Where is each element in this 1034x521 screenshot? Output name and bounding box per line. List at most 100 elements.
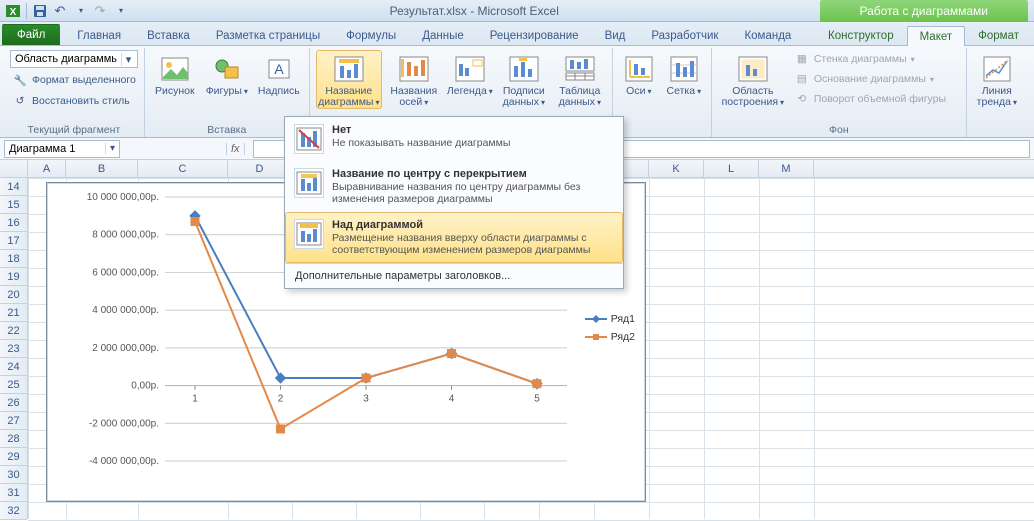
trendline-button[interactable]: Линия тренда: [973, 50, 1021, 109]
chevron-down-icon[interactable]: ▾: [105, 143, 119, 154]
dropdown-option[interactable]: Название по центру с перекрытиемВыравнив…: [285, 161, 623, 212]
row-header[interactable]: 21: [0, 304, 27, 322]
row-header[interactable]: 26: [0, 394, 27, 412]
tab-page-layout[interactable]: Разметка страницы: [203, 25, 333, 45]
legend-item[interactable]: Ряд2: [585, 331, 635, 343]
svg-text:10 000 000,00р.: 10 000 000,00р.: [87, 192, 159, 203]
save-icon[interactable]: [31, 2, 49, 20]
tab-team[interactable]: Команда: [731, 25, 804, 45]
row-header[interactable]: 19: [0, 268, 27, 286]
worksheet-grid[interactable]: ABCDEFGHIJKLM 14151617181920212223242526…: [0, 160, 1034, 519]
tab-file[interactable]: Файл: [2, 24, 60, 45]
dropdown-more-options[interactable]: Дополнительные параметры заголовков...: [285, 263, 623, 288]
column-header[interactable]: A: [28, 160, 66, 177]
customize-qat-icon[interactable]: [111, 2, 129, 20]
chart-element-selector-input[interactable]: [11, 53, 121, 65]
tab-data[interactable]: Данные: [409, 25, 477, 45]
chart-floor-icon: ▤: [794, 71, 810, 87]
column-header[interactable]: L: [704, 160, 759, 177]
reset-style-button[interactable]: ↺ Восстановить стиль: [10, 92, 138, 110]
tab-developer[interactable]: Разработчик: [638, 25, 731, 45]
row-header[interactable]: 31: [0, 484, 27, 502]
row-header[interactable]: 14: [0, 178, 27, 196]
dropdown-option[interactable]: Над диаграммойРазмещение названия вверху…: [285, 212, 623, 263]
axes-icon: [623, 53, 655, 85]
chart-title-icon: [333, 53, 365, 85]
axis-titles-button[interactable]: Названия осей: [386, 50, 442, 109]
plot-area-icon: [737, 53, 769, 85]
tab-insert[interactable]: Вставка: [134, 25, 203, 45]
dropdown-option[interactable]: НетНе показывать название диаграммы: [285, 117, 623, 161]
lines-button[interactable]: [1025, 50, 1034, 86]
row-header[interactable]: 22: [0, 322, 27, 340]
chevron-down-icon[interactable]: ▾: [121, 53, 135, 66]
data-table-button[interactable]: Таблица данных: [554, 50, 606, 109]
chart-title-label: Название диаграммы: [318, 86, 379, 108]
chart-legend[interactable]: Ряд1 Ряд2: [585, 313, 635, 349]
tab-layout[interactable]: Макет: [907, 26, 966, 46]
picture-label: Рисунок: [155, 86, 195, 97]
svg-text:4: 4: [449, 394, 455, 405]
tab-design[interactable]: Конструктор: [815, 25, 907, 45]
textbox-button[interactable]: A Надпись: [255, 50, 303, 98]
column-header[interactable]: C: [138, 160, 228, 177]
column-header[interactable]: D: [228, 160, 292, 177]
title-bar: X ↶ ↷ Результат.xlsx - Microsoft Excel Р…: [0, 0, 1034, 22]
svg-text:-2 000 000,00р.: -2 000 000,00р.: [89, 418, 159, 429]
dropdown-option-title: Название по центру с перекрытием: [332, 168, 614, 180]
row-header[interactable]: 29: [0, 448, 27, 466]
axes-button[interactable]: Оси: [619, 50, 659, 98]
row-header[interactable]: 18: [0, 250, 27, 268]
tab-formulas[interactable]: Формулы: [333, 25, 409, 45]
row-header[interactable]: 15: [0, 196, 27, 214]
data-table-icon: [564, 53, 596, 85]
undo-dropdown-icon[interactable]: [71, 2, 89, 20]
dropdown-option-title: Нет: [332, 124, 614, 136]
lines-icon: [1025, 53, 1034, 85]
picture-button[interactable]: Рисунок: [151, 50, 199, 98]
excel-icon: X: [4, 2, 22, 20]
legend-button[interactable]: Легенда: [446, 50, 494, 98]
row-header[interactable]: 28: [0, 430, 27, 448]
name-box-input[interactable]: [5, 143, 105, 155]
tab-format[interactable]: Формат: [965, 25, 1032, 45]
row-header[interactable]: 23: [0, 340, 27, 358]
column-header[interactable]: K: [649, 160, 704, 177]
chart-element-selector[interactable]: ▾: [10, 50, 138, 68]
chart-title-button[interactable]: Название диаграммы: [316, 50, 382, 109]
data-labels-button[interactable]: Подписи данных: [498, 50, 550, 109]
row-header[interactable]: 30: [0, 466, 27, 484]
tab-home[interactable]: Главная: [64, 25, 134, 45]
dropdown-option-desc: Выравнивание названия по центру диаграмм…: [332, 181, 614, 205]
chart-title-option-icon: [294, 168, 324, 198]
row-header[interactable]: 20: [0, 286, 27, 304]
row-headers: 14151617181920212223242526272829303132: [0, 178, 28, 519]
format-selection-button[interactable]: 🔧 Формат выделенного: [10, 71, 138, 89]
tab-review[interactable]: Рецензирование: [477, 25, 592, 45]
rotation-label: Поворот объемной фигуры: [814, 93, 946, 105]
row-header[interactable]: 17: [0, 232, 27, 250]
dropdown-option-desc: Размещение названия вверху области диагр…: [332, 232, 614, 256]
textbox-icon: A: [263, 53, 295, 85]
undo-icon[interactable]: ↶: [51, 2, 69, 20]
tab-view[interactable]: Вид: [592, 25, 639, 45]
row-header[interactable]: 16: [0, 214, 27, 232]
dropdown-option-desc: Не показывать название диаграммы: [332, 137, 614, 149]
plot-area-button[interactable]: Область построения: [718, 50, 788, 109]
redo-icon[interactable]: ↷: [91, 2, 109, 20]
chart-title-dropdown[interactable]: НетНе показывать название диаграммыНазва…: [284, 116, 624, 289]
gridlines-button[interactable]: Сетка: [663, 50, 705, 98]
select-all-corner[interactable]: [0, 160, 28, 178]
row-header[interactable]: 24: [0, 358, 27, 376]
column-header[interactable]: B: [66, 160, 138, 177]
shapes-button[interactable]: Фигуры: [203, 50, 251, 98]
legend-item[interactable]: Ряд1: [585, 313, 635, 325]
row-header[interactable]: 32: [0, 502, 27, 520]
column-header[interactable]: M: [759, 160, 814, 177]
row-header[interactable]: 27: [0, 412, 27, 430]
fx-icon[interactable]: fx: [226, 143, 245, 155]
row-header[interactable]: 25: [0, 376, 27, 394]
quick-access-toolbar: X ↶ ↷: [4, 2, 129, 20]
name-box[interactable]: ▾: [4, 140, 120, 158]
svg-text:4 000 000,00р.: 4 000 000,00р.: [92, 305, 159, 316]
